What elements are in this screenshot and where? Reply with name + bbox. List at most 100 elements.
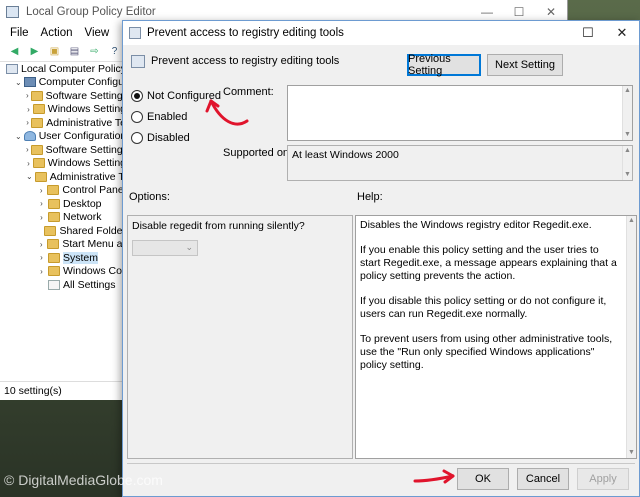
folder-icon — [47, 185, 60, 196]
cancel-button[interactable]: Cancel — [517, 468, 569, 490]
chevron-down-icon: ⌄ — [185, 242, 193, 252]
chevron-icon[interactable]: › — [37, 186, 45, 195]
back-arrow-icon[interactable]: ◀ — [6, 44, 23, 59]
menu-view[interactable]: View — [79, 27, 116, 39]
user-icon — [23, 131, 36, 142]
chevron-icon[interactable]: › — [26, 118, 29, 127]
apply-button[interactable]: Apply — [577, 468, 629, 490]
tree-item[interactable]: › Administrative Te — [0, 116, 126, 130]
tree-item-label: Shared Folder — [59, 224, 126, 237]
policy-name-header: Prevent access to registry editing tools — [151, 55, 340, 67]
menu-action[interactable]: Action — [35, 27, 79, 39]
tree-item-label: System — [63, 251, 99, 264]
radio-selected-icon[interactable] — [131, 90, 143, 102]
radio-label: Disabled — [147, 132, 190, 144]
folder-icon — [32, 104, 45, 115]
scroll-up-icon[interactable]: ▲ — [623, 146, 632, 156]
tree-item[interactable]: ⌄ Administrative Te — [0, 170, 126, 184]
chevron-icon[interactable]: › — [26, 105, 31, 114]
help-paragraph: If you disable this policy setting or do… — [360, 295, 607, 320]
tree-item[interactable]: Shared Folder — [0, 224, 126, 238]
previous-setting-button[interactable]: Previous Setting — [407, 53, 481, 77]
radio-disabled[interactable]: Disabled — [131, 132, 190, 144]
help-text: Disables the Windows registry editor Reg… — [356, 216, 636, 387]
scroll-up-icon[interactable]: ▲ — [623, 86, 632, 96]
chevron-icon[interactable]: ⌄ — [15, 78, 22, 87]
chevron-icon[interactable]: ⌄ — [15, 132, 22, 141]
chevron-icon[interactable]: › — [26, 159, 31, 168]
tree-item-label: User Configuration — [38, 130, 126, 143]
comment-textarea[interactable]: ▲ ▼ — [287, 85, 633, 141]
comment-scrollbar[interactable]: ▲ ▼ — [622, 86, 632, 140]
help-panel: Disables the Windows registry editor Reg… — [355, 215, 637, 459]
scroll-up-icon[interactable]: ▲ — [627, 216, 636, 226]
folder-icon — [30, 90, 43, 101]
policy-icon — [6, 63, 18, 74]
folder-icon — [34, 171, 47, 182]
policy-setting-dialog: Prevent access to registry editing tools… — [122, 20, 640, 497]
policy-tree: Local Computer Policy ⌄ Computer Configura… — [0, 62, 126, 380]
tree-item[interactable]: › Software Settings — [0, 143, 126, 157]
scroll-down-icon[interactable]: ▼ — [623, 130, 632, 140]
tree-item[interactable]: › Desktop — [0, 197, 126, 211]
maximize-icon[interactable]: ☐ — [571, 21, 605, 45]
supported-on-value: At least Windows 2000 — [292, 149, 399, 161]
supported-scrollbar[interactable]: ▲ ▼ — [622, 146, 632, 180]
scroll-down-icon[interactable]: ▼ — [627, 448, 636, 458]
show-hide-tree-icon[interactable]: ▤ — [66, 44, 83, 59]
folder-icon — [30, 144, 43, 155]
tree-item[interactable]: › Windows Setting — [0, 157, 126, 171]
radio-enabled[interactable]: Enabled — [131, 111, 187, 123]
help-label: Help: — [357, 191, 383, 203]
chevron-icon[interactable]: › — [37, 267, 46, 276]
chevron-icon[interactable]: › — [26, 91, 29, 100]
chevron-icon[interactable]: › — [37, 199, 46, 208]
radio-label: Enabled — [147, 111, 188, 123]
up-folder-icon[interactable]: ▣ — [46, 44, 63, 59]
tree-item-label: Software Settings — [45, 89, 126, 102]
folder-icon — [44, 225, 57, 236]
supported-on-field: At least Windows 2000 ▲ ▼ — [287, 145, 633, 181]
tree-item[interactable]: ⌄ Computer Configura — [0, 76, 126, 90]
radio-icon[interactable] — [131, 111, 143, 123]
ok-button[interactable]: OK — [457, 468, 509, 490]
footer-divider — [127, 463, 635, 464]
chevron-icon[interactable]: › — [26, 145, 29, 154]
option-dropdown[interactable]: ⌄ — [132, 240, 198, 256]
option-text: Disable regedit from running silently? — [132, 220, 305, 232]
tree-item-label: Administrative Te — [49, 170, 126, 183]
export-list-icon[interactable]: ⇨ — [86, 44, 103, 59]
options-label: Options: — [129, 191, 170, 203]
menu-file[interactable]: File — [4, 27, 35, 39]
radio-icon[interactable] — [131, 132, 143, 144]
help-icon[interactable]: ? — [106, 44, 123, 59]
folder-icon — [47, 239, 60, 250]
tree-item-label: Start Menu ar — [62, 238, 126, 251]
forward-arrow-icon[interactable]: ▶ — [26, 44, 43, 59]
gpe-title: Local Group Policy Editor — [26, 6, 156, 18]
tree-item[interactable]: ⌄ User Configuration — [0, 130, 126, 144]
tree-item[interactable]: › Network — [0, 211, 126, 225]
dialog-titlebar: Prevent access to registry editing tools… — [123, 21, 639, 45]
tree-item[interactable]: › Software Settings — [0, 89, 126, 103]
folder-icon — [32, 158, 45, 169]
chevron-icon[interactable]: ⌄ — [26, 172, 33, 181]
next-setting-button[interactable]: Next Setting — [487, 54, 563, 76]
tree-item[interactable]: › Start Menu ar — [0, 238, 126, 252]
tree-item[interactable]: › Windows Cor — [0, 265, 126, 279]
chevron-icon[interactable]: › — [37, 253, 46, 262]
scroll-down-icon[interactable]: ▼ — [623, 170, 632, 180]
tree-item-label: Desktop — [63, 197, 102, 210]
tree-item[interactable]: All Settings — [0, 278, 126, 292]
chevron-icon[interactable]: › — [37, 213, 46, 222]
help-paragraph: If you enable this policy setting and th… — [360, 244, 617, 282]
tree-item[interactable]: › Control Panel — [0, 184, 126, 198]
tree-item[interactable]: › System — [0, 251, 126, 265]
tree-item[interactable]: › Windows Setting — [0, 103, 126, 117]
chevron-icon[interactable]: › — [37, 240, 45, 249]
tree-item-label: Network — [63, 211, 102, 224]
help-scrollbar[interactable]: ▲ ▼ — [626, 216, 636, 458]
settings-icon — [48, 279, 60, 290]
close-icon[interactable]: ✕ — [605, 21, 639, 45]
tree-item[interactable]: Local Computer Policy — [0, 62, 126, 76]
